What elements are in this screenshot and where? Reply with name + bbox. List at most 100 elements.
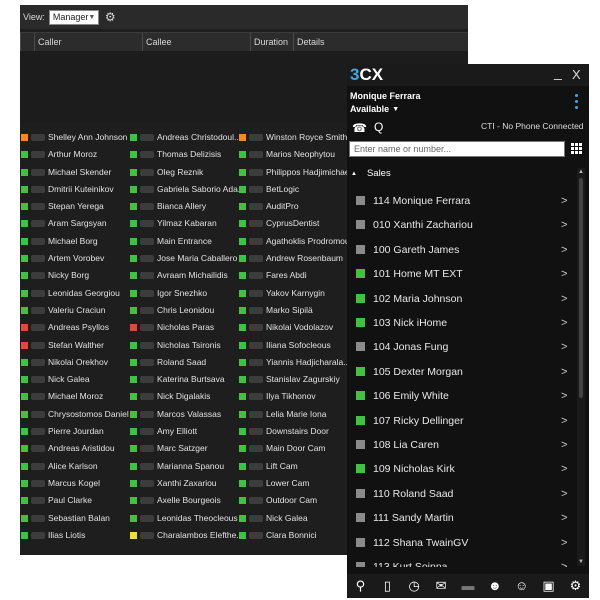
chevron-right-icon[interactable]: > <box>561 335 567 359</box>
contacts-add-icon[interactable]: ⚲ <box>350 579 370 593</box>
presence-item[interactable]: Charalambos Elefthe... <box>129 527 243 544</box>
presence-item[interactable]: Katerina Burtsava <box>129 371 237 388</box>
chevron-right-icon[interactable]: > <box>561 555 567 567</box>
scrollbar-thumb[interactable] <box>579 178 583 398</box>
column-header-duration[interactable]: Duration <box>250 33 293 51</box>
presence-item[interactable]: Amy Elliott <box>129 423 237 440</box>
presence-item[interactable]: Nick Galea <box>20 371 128 388</box>
column-header-caller[interactable]: Caller <box>34 33 142 51</box>
chevron-right-icon[interactable]: > <box>561 482 567 506</box>
presence-item[interactable]: Main Entrance <box>129 233 237 250</box>
contact-row[interactable]: 104 Jonas Fung > <box>347 335 579 359</box>
scroll-down-arrow-icon[interactable]: ▼ <box>577 558 585 566</box>
presence-item[interactable]: Jose Maria Caballero <box>129 250 237 267</box>
chevron-right-icon[interactable]: > <box>561 238 567 262</box>
contact-row[interactable]: 107 Ricky Dellinger > <box>347 409 579 433</box>
presence-item[interactable]: Valeriu Craciun <box>20 302 128 319</box>
chevron-right-icon[interactable]: > <box>561 213 567 237</box>
contact-row[interactable]: 010 Xanthi Zachariou > <box>347 213 579 237</box>
chevron-right-icon[interactable]: > <box>561 262 567 286</box>
contact-row[interactable]: 108 Lia Caren > <box>347 433 579 457</box>
chat-icon[interactable]: ▬ <box>458 579 478 593</box>
presence-item[interactable]: Dmitrii Kuteinikov <box>20 181 128 198</box>
presence-item[interactable]: Michael Skender <box>20 164 128 181</box>
scrollbar[interactable]: ▲ ▼ <box>577 168 585 566</box>
presence-item[interactable]: Sebastian Balan <box>20 510 128 527</box>
presence-item[interactable]: Stepan Yerega <box>20 198 128 215</box>
presence-item[interactable]: Andreas Aristidou <box>20 440 128 457</box>
conference-icon[interactable]: ☺ <box>512 579 532 593</box>
presence-item[interactable]: Artem Vorobev <box>20 250 128 267</box>
presence-item[interactable]: Pierre Jourdan <box>20 423 128 440</box>
contact-row[interactable]: 114 Monique Ferrara > <box>347 189 579 213</box>
presence-item[interactable]: Thomas Delizisis <box>129 146 237 163</box>
presence-item[interactable]: Chrysostomos Daniel <box>20 406 129 423</box>
minimize-button[interactable]: _ <box>554 65 562 79</box>
presence-item[interactable]: Roland Saad <box>129 354 237 371</box>
presence-item[interactable]: Igor Snezhko <box>129 285 237 302</box>
column-header-callee[interactable]: Callee <box>142 33 250 51</box>
chevron-right-icon[interactable]: > <box>561 433 567 457</box>
chevron-right-icon[interactable]: > <box>561 360 567 384</box>
contact-row[interactable]: 113 Kurt Soinna > <box>347 555 579 567</box>
contact-row[interactable]: 110 Roland Saad > <box>347 482 579 506</box>
presence-item[interactable]: Xanthi Zaxariou <box>129 475 237 492</box>
contact-row[interactable]: 103 Nick iHome > <box>347 311 579 335</box>
chevron-right-icon[interactable]: > <box>561 506 567 530</box>
contact-row[interactable]: 109 Nicholas Kirk > <box>347 457 579 481</box>
contact-row[interactable]: 100 Gareth James > <box>347 238 579 262</box>
presence-item[interactable]: Michael Moroz <box>20 388 128 405</box>
contact-row[interactable]: 111 Sandy Martin > <box>347 506 579 530</box>
contact-row[interactable]: 105 Dexter Morgan > <box>347 360 579 384</box>
presence-item[interactable]: Oleg Reznik <box>129 164 237 181</box>
presence-item[interactable]: Marcos Valassas <box>129 406 237 423</box>
history-icon[interactable]: ◷ <box>404 579 424 593</box>
presence-item[interactable]: Aram Sargsyan <box>20 215 128 232</box>
chevron-right-icon[interactable]: > <box>561 189 567 213</box>
presence-item[interactable]: Paul Clarke <box>20 492 128 509</box>
presence-item[interactable]: Nicholas Tsironis <box>129 337 237 354</box>
switchboard-icon[interactable]: ▣ <box>539 579 559 593</box>
presence-item[interactable]: Leonidas Theocleous <box>129 510 238 527</box>
presence-item[interactable]: Axelle Bourgeois <box>129 492 237 509</box>
chevron-right-icon[interactable]: > <box>561 311 567 335</box>
presence-item[interactable]: Nicky Borg <box>20 267 128 284</box>
presence-item[interactable]: Ilias Liotis <box>20 527 128 544</box>
presence-item[interactable]: Marianna Spanou <box>129 458 237 475</box>
search-icon[interactable]: Q <box>374 118 383 136</box>
status-selector[interactable]: Available ▼ <box>350 104 399 114</box>
presence-item[interactable]: Shelley Ann Johnson <box>20 129 128 146</box>
presence-item[interactable]: Leonidas Georgiou <box>20 285 128 302</box>
chevron-right-icon[interactable]: > <box>561 457 567 481</box>
chevron-right-icon[interactable]: > <box>561 384 567 408</box>
group-header-sales[interactable]: ▲ Sales <box>351 168 391 179</box>
contact-row[interactable]: 102 Maria Johnson > <box>347 287 579 311</box>
close-button[interactable]: X <box>572 67 581 83</box>
group-icon[interactable]: ☻ <box>485 579 505 593</box>
search-input[interactable] <box>349 141 565 157</box>
contact-row[interactable]: 101 Home MT EXT > <box>347 262 579 286</box>
voicemail-icon[interactable]: ✉ <box>431 579 451 593</box>
presence-item[interactable]: Nick Digalakis <box>129 388 237 405</box>
presence-item[interactable]: Bianca Allery <box>129 198 237 215</box>
contact-row[interactable]: 106 Emily White > <box>347 384 579 408</box>
view-select[interactable]: Manager ▼ <box>48 9 99 25</box>
presence-item[interactable]: Andreas Christodoul... <box>129 129 241 146</box>
chevron-right-icon[interactable]: > <box>561 287 567 311</box>
presence-item[interactable]: Marc Satzger <box>129 440 237 457</box>
presence-item[interactable]: Michael Borg <box>20 233 128 250</box>
presence-item[interactable]: Chris Leonidou <box>129 302 237 319</box>
presence-item[interactable]: Arthur Moroz <box>20 146 128 163</box>
settings-icon[interactable]: ⚙ <box>565 579 585 593</box>
contact-row[interactable]: 112 Shana TwainGV > <box>347 531 579 555</box>
gear-icon[interactable]: ⚙ <box>105 11 116 23</box>
phone-icon[interactable]: ☎ <box>352 121 367 135</box>
presence-item[interactable]: Andreas Psyllos <box>20 319 128 336</box>
column-header-details[interactable]: Details <box>293 33 468 51</box>
phonebook-icon[interactable]: ▯ <box>377 579 397 593</box>
dialpad-icon[interactable] <box>571 143 582 154</box>
presence-item[interactable]: Nikolai Orekhov <box>20 354 128 371</box>
scroll-up-arrow-icon[interactable]: ▲ <box>577 168 585 176</box>
presence-item[interactable]: Yilmaz Kabaran <box>129 215 237 232</box>
presence-item[interactable]: Nicholas Paras <box>129 319 237 336</box>
